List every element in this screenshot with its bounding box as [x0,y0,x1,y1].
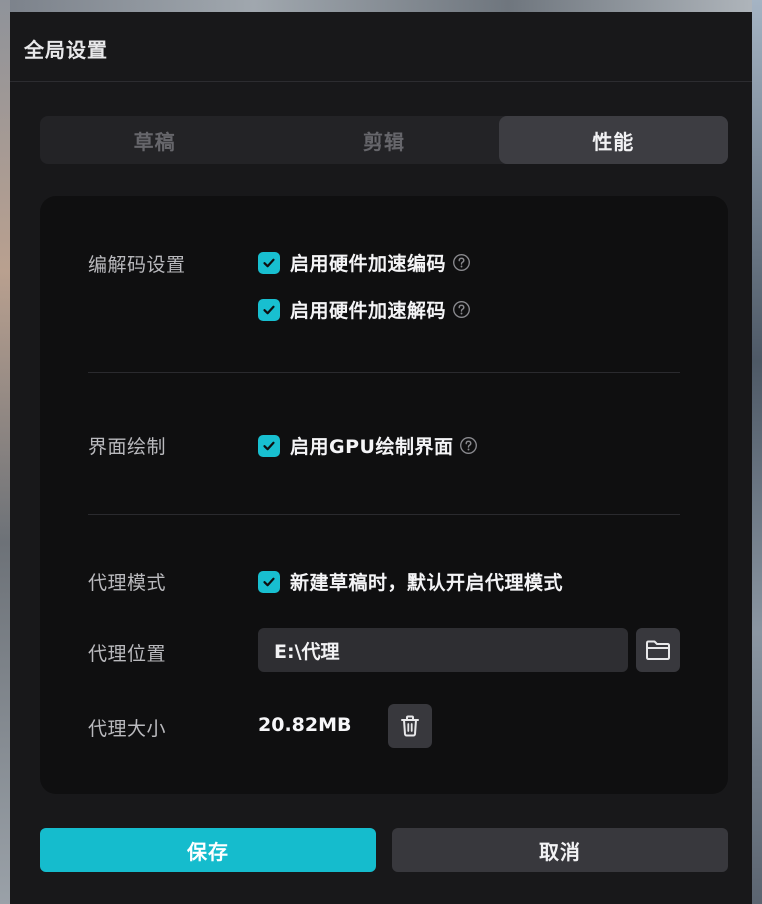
help-icon[interactable] [459,436,478,455]
hw-encode-checkbox[interactable] [258,251,280,274]
proxy-mode-checkbox[interactable] [258,570,280,593]
proxy-mode-label: 代理模式 [88,572,167,594]
settings-tabs: 草稿 剪辑 性能 [40,116,728,164]
browse-folder-button[interactable] [636,628,680,672]
proxy-location-input[interactable]: E:\代理 [258,628,628,672]
checkmark-icon [263,577,275,586]
help-icon[interactable] [452,300,471,319]
hw-encode-label: 启用硬件加速编码 [290,253,447,275]
checkmark-icon [263,258,275,267]
tab-edit[interactable]: 剪辑 [269,116,498,164]
section-divider [88,372,680,373]
gpu-render-option[interactable]: 启用GPU绘制界面 [258,432,478,459]
performance-panel: 编解码设置 启用硬件加速编码 启用硬件加速解码 界面绘制 启用GPU绘制界面 代… [40,196,728,794]
render-label: 界面绘制 [88,436,167,458]
dialog-title: 全局设置 [24,38,108,62]
background-top [0,0,762,12]
proxy-size-label: 代理大小 [88,718,167,740]
global-settings-dialog: 全局设置 草稿 剪辑 性能 编解码设置 启用硬件加速编码 启用硬件加速解码 界面… [10,12,752,904]
help-icon[interactable] [452,253,471,272]
gpu-render-checkbox[interactable] [258,434,280,457]
background-left [0,0,10,904]
codec-settings-label: 编解码设置 [88,254,186,276]
save-button[interactable]: 保存 [40,828,376,872]
checkmark-icon [263,441,275,450]
section-divider [88,514,680,515]
checkmark-icon [263,305,275,314]
clear-cache-button[interactable] [388,704,432,748]
proxy-mode-option[interactable]: 新建草稿时，默认开启代理模式 [258,568,563,595]
tab-draft[interactable]: 草稿 [40,116,269,164]
trash-icon [401,715,419,737]
tab-performance[interactable]: 性能 [498,116,728,164]
gpu-render-label: 启用GPU绘制界面 [290,436,454,458]
hw-decode-option[interactable]: 启用硬件加速解码 [258,296,471,323]
folder-icon [646,640,670,660]
hw-decode-checkbox[interactable] [258,298,280,321]
proxy-size-value: 20.82MB [258,714,352,736]
hw-decode-label: 启用硬件加速解码 [290,300,447,322]
hw-encode-option[interactable]: 启用硬件加速编码 [258,249,471,276]
proxy-mode-option-label: 新建草稿时，默认开启代理模式 [290,572,564,594]
proxy-location-value: E:\代理 [274,640,340,663]
proxy-location-label: 代理位置 [88,643,167,665]
title-bar: 全局设置 [10,12,752,82]
cancel-button[interactable]: 取消 [392,828,728,872]
background-right [752,0,762,904]
